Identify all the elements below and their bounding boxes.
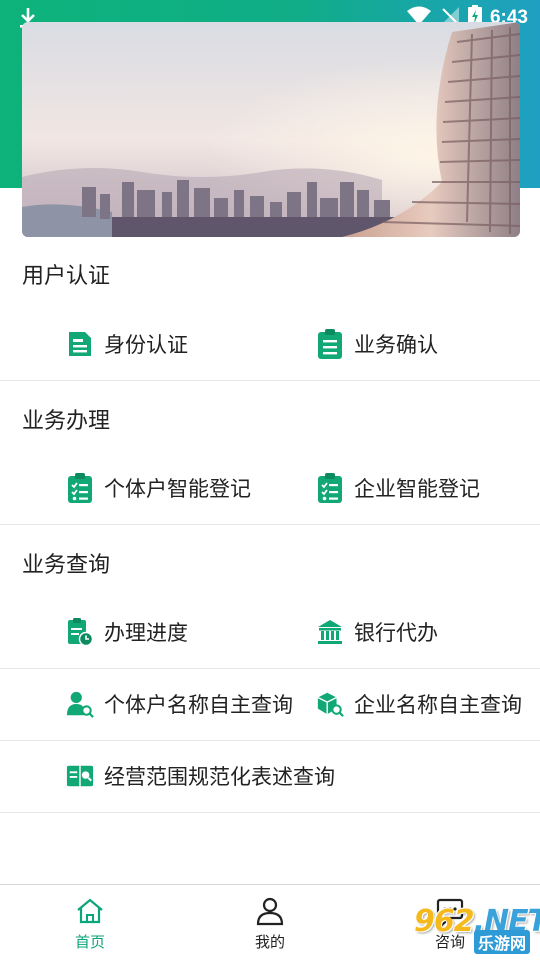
bank-icon: [316, 616, 344, 648]
enterprise-name-query-label: 企业名称自主查询: [354, 694, 522, 717]
divider: [0, 812, 540, 813]
person-search-icon: [66, 688, 94, 720]
individual-name-query-item[interactable]: 个体户名称自主查询: [66, 684, 293, 724]
tab-home-label: 首页: [74, 934, 105, 951]
divider: [0, 740, 540, 741]
building-search-icon: [316, 688, 344, 720]
progress-label: 办理进度: [104, 622, 188, 645]
business-confirm-label: 业务确认: [354, 334, 438, 357]
id-auth-label: 身份认证: [104, 334, 188, 357]
site-watermark: 962.NET 乐游网: [406, 904, 540, 954]
tab-home[interactable]: 首页: [45, 895, 135, 952]
divider: [0, 524, 540, 525]
section-title-business-handling: 业务办理: [22, 408, 111, 433]
individual-name-query-label: 个体户名称自主查询: [104, 694, 293, 717]
individual-registration-item[interactable]: 个体户智能登记: [66, 468, 251, 508]
enterprise-name-query-item[interactable]: 企业名称自主查询: [316, 684, 522, 724]
id-card-icon: [66, 328, 94, 360]
checklist-icon: [66, 472, 94, 504]
bank-agency-item[interactable]: 银行代办: [316, 612, 438, 652]
enterprise-registration-item[interactable]: 企业智能登记: [316, 468, 480, 508]
user-icon: [225, 895, 315, 927]
business-confirm-item[interactable]: 业务确认: [316, 324, 438, 364]
banner-image[interactable]: [22, 22, 520, 237]
divider: [0, 668, 540, 669]
clipboard-list-icon: [316, 328, 344, 360]
section-title-business-query: 业务查询: [22, 552, 111, 577]
enterprise-registration-label: 企业智能登记: [354, 478, 480, 501]
business-scope-query-item[interactable]: 经营范围规范化表述查询: [66, 756, 335, 796]
progress-item[interactable]: 办理进度: [66, 612, 188, 652]
id-auth-item[interactable]: 身份认证: [66, 324, 188, 364]
watermark-subtitle: 乐游网: [473, 930, 530, 954]
section-title-user-auth: 用户认证: [22, 263, 111, 288]
tab-mine[interactable]: 我的: [225, 895, 315, 952]
individual-registration-label: 个体户智能登记: [104, 478, 251, 501]
checklist-icon: [316, 472, 344, 504]
tab-mine-label: 我的: [254, 934, 285, 951]
home-icon: [45, 895, 135, 927]
business-scope-query-label: 经营范围规范化表述查询: [104, 766, 335, 789]
progress-clock-icon: [66, 616, 94, 648]
book-search-icon: [66, 760, 94, 792]
city-skyline-image: [22, 22, 520, 237]
bank-agency-label: 银行代办: [354, 622, 438, 645]
divider: [0, 380, 540, 381]
